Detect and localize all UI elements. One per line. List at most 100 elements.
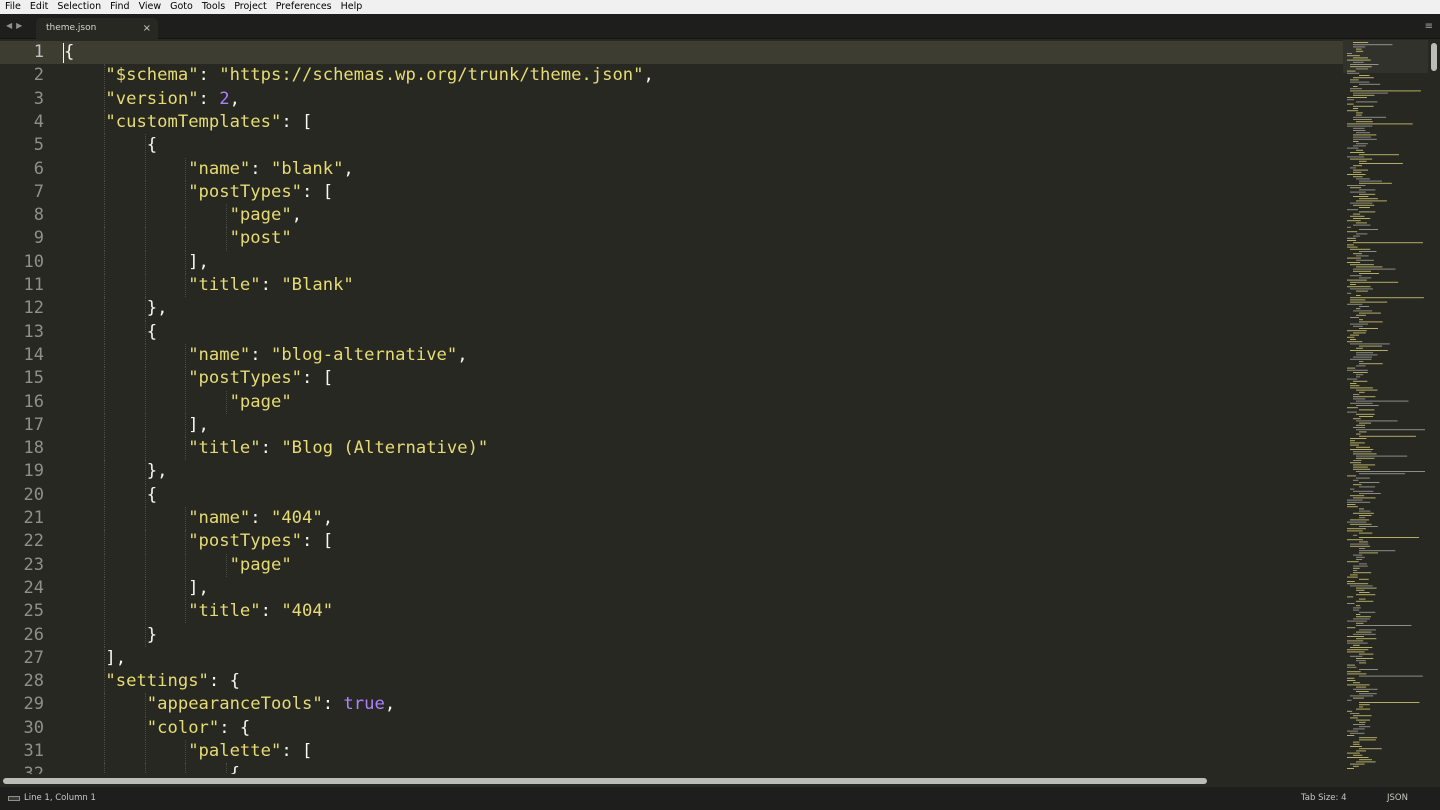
string-token: "https://schemas.wp.org/trunk/theme.json… xyxy=(219,65,644,86)
string-token: "version" xyxy=(105,88,199,109)
tab-list-menu-icon[interactable]: ≡ xyxy=(1425,21,1433,32)
punctuation-token: : [ xyxy=(302,368,334,389)
status-bar: Line 1, Column 1 Tab Size: 4 JSON xyxy=(0,787,1440,810)
string-token: "palette" xyxy=(188,741,282,761)
code-line: "version": 2, xyxy=(64,88,240,111)
line-number: 12 xyxy=(23,298,44,319)
string-token: "title" xyxy=(188,438,261,459)
tab-forward-icon[interactable]: ▶ xyxy=(16,21,22,30)
menu-item-view[interactable]: View xyxy=(134,0,166,14)
code-line: "title": "Blank" xyxy=(64,274,354,297)
punctuation-token: } xyxy=(64,624,158,645)
punctuation-token xyxy=(64,65,105,85)
syntax-indicator[interactable]: JSON xyxy=(1387,787,1408,810)
horizontal-scrollbar[interactable] xyxy=(0,774,1343,787)
line-number: 6 xyxy=(33,158,44,179)
code-line: "customTemplates": [ xyxy=(64,111,312,134)
punctuation-token: : xyxy=(260,438,282,459)
code-line: "title": "404" xyxy=(64,600,333,623)
tab-title: theme.json xyxy=(46,23,97,33)
punctuation-token: : xyxy=(250,158,271,179)
punctuation-token: , xyxy=(322,508,334,528)
menu-item-file[interactable]: File xyxy=(0,0,25,14)
punctuation-token xyxy=(64,601,188,621)
minimap[interactable] xyxy=(1343,40,1428,774)
string-token: "postTypes" xyxy=(188,368,303,389)
literal-token: true xyxy=(343,694,385,715)
code-line: { xyxy=(64,763,240,774)
line-number: 23 xyxy=(23,554,44,575)
menu-item-find[interactable]: Find xyxy=(105,0,133,14)
minimap-preview xyxy=(1347,42,1425,769)
string-token: "Blog (Alternative)" xyxy=(281,438,489,459)
code-area[interactable]: { "$schema": "https://schemas.wp.org/tru… xyxy=(64,40,1339,774)
line-number: 27 xyxy=(23,647,44,668)
code-line: "postTypes": [ xyxy=(64,367,333,390)
punctuation-token: { xyxy=(64,321,158,342)
code-line: "palette": [ xyxy=(64,740,312,763)
cursor-position[interactable]: Line 1, Column 1 xyxy=(24,787,96,810)
punctuation-token xyxy=(64,159,188,179)
line-number: 3 xyxy=(33,88,44,109)
punctuation-token: : xyxy=(250,508,271,528)
punctuation-token: , xyxy=(229,88,240,109)
code-line: "name": "blog-alternative", xyxy=(64,344,468,367)
punctuation-token: : [ xyxy=(281,741,313,761)
punctuation-token: : xyxy=(322,694,344,715)
code-line: "page", xyxy=(64,204,302,227)
punctuation-token: , xyxy=(457,344,468,365)
code-editor[interactable]: 1 2 3 4 5 6 7 8 9 10 11 12 13 14 15 16 17 18 19 20 21 22 23 24 2… xyxy=(0,40,1343,774)
code-line: "page" xyxy=(64,554,292,577)
tab-size-indicator[interactable]: Tab Size: 4 xyxy=(1301,787,1347,810)
menu-item-goto[interactable]: Goto xyxy=(165,0,197,14)
code-line: }, xyxy=(64,460,168,483)
menu-item-selection[interactable]: Selection xyxy=(52,0,105,14)
line-number: 13 xyxy=(23,321,44,342)
literal-token: 2 xyxy=(219,88,230,109)
code-line: { xyxy=(64,321,157,344)
line-number: 9 xyxy=(33,228,44,249)
punctuation-token xyxy=(64,228,230,248)
code-line: ], xyxy=(64,251,209,274)
menu-item-tools[interactable]: Tools xyxy=(197,0,229,14)
code-line: "postTypes": [ xyxy=(64,181,333,204)
punctuation-token: , xyxy=(643,65,654,86)
punctuation-token: , xyxy=(384,694,396,715)
line-number: 7 xyxy=(33,181,44,202)
code-line: "color": { xyxy=(64,717,250,740)
menu-item-project[interactable]: Project xyxy=(229,0,271,14)
close-icon[interactable]: × xyxy=(143,18,151,39)
punctuation-token: }, xyxy=(64,298,168,319)
string-token: "customTemplates" xyxy=(105,111,282,132)
vertical-scrollbar[interactable] xyxy=(1428,40,1440,774)
menu-item-help[interactable]: Help xyxy=(336,0,367,14)
tab-back-icon[interactable]: ◀ xyxy=(6,21,12,30)
string-token: "page" xyxy=(229,554,292,575)
punctuation-token: { xyxy=(64,42,75,62)
punctuation-token xyxy=(64,694,147,714)
line-number: 29 xyxy=(23,694,44,715)
punctuation-token: : xyxy=(260,601,282,622)
line-number: 17 xyxy=(23,414,44,435)
minimap-viewport[interactable] xyxy=(1343,40,1428,73)
string-token: "name" xyxy=(188,344,251,365)
punctuation-token: : xyxy=(250,344,271,365)
line-number: 25 xyxy=(23,601,44,622)
panel-toggle-icon[interactable] xyxy=(8,796,20,801)
string-token: "Blank" xyxy=(281,275,354,295)
string-token: "postTypes" xyxy=(188,181,303,202)
punctuation-token xyxy=(64,275,188,295)
menu-item-edit[interactable]: Edit xyxy=(25,0,52,14)
string-token: "404" xyxy=(281,601,334,622)
tab-theme-json[interactable]: theme.json × xyxy=(36,18,158,39)
punctuation-token xyxy=(64,671,105,691)
line-number: 16 xyxy=(23,391,44,412)
punctuation-token: : xyxy=(260,275,282,295)
punctuation-token: { xyxy=(64,764,240,774)
line-number: 11 xyxy=(23,275,44,295)
punctuation-token: , xyxy=(343,158,354,179)
vertical-scrollbar-thumb[interactable] xyxy=(1431,43,1437,71)
menu-item-preferences[interactable]: Preferences xyxy=(271,0,336,14)
horizontal-scrollbar-thumb[interactable] xyxy=(3,778,1207,784)
punctuation-token: : xyxy=(198,65,220,86)
